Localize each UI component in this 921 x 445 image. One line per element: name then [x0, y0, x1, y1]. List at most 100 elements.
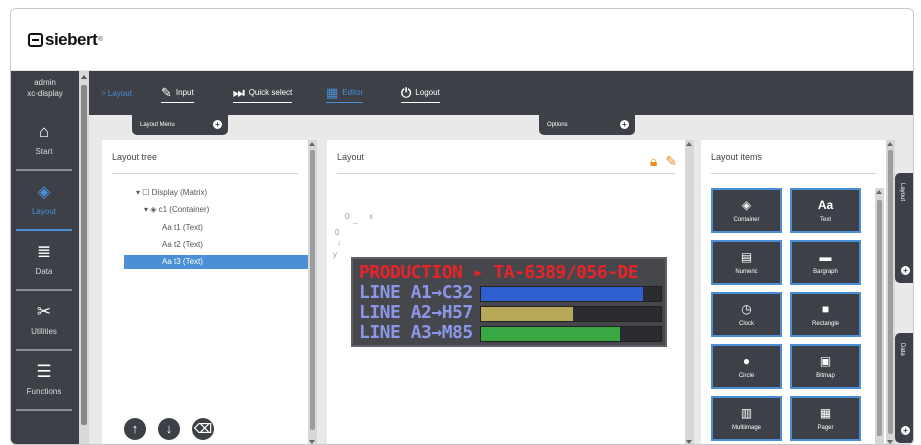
- led-line-3: LINE A3→M85: [359, 322, 473, 343]
- nav-logout[interactable]: ⏻ Logout: [401, 83, 440, 103]
- rectangle-icon: ■: [821, 302, 830, 316]
- tree-prefix: Aa: [162, 257, 172, 266]
- divider: [112, 173, 298, 174]
- led-bargraph-3: [480, 326, 662, 342]
- tree-item-t3[interactable]: Aa t3 (Text): [124, 255, 308, 269]
- item-tile-pager[interactable]: ▦ Pager: [790, 396, 861, 441]
- sidebar-scrollbar[interactable]: [79, 71, 89, 444]
- nav-quick-select-label: Quick select: [248, 88, 293, 97]
- home-icon: ⌂: [38, 122, 50, 141]
- sidebar-item-layout[interactable]: ◈ Layout: [16, 171, 72, 231]
- tab-options[interactable]: Options +: [539, 115, 635, 135]
- canvas-scrollbar[interactable]: [685, 140, 694, 444]
- sidebar-item-label: Layout: [31, 207, 57, 216]
- device-name: xc-display: [27, 89, 63, 98]
- scroll-up-icon[interactable]: [309, 142, 315, 146]
- bar-fill: [481, 307, 573, 321]
- sidebar-item-utilities[interactable]: ✂ Utilities: [16, 291, 72, 351]
- scroll-up-icon[interactable]: [686, 142, 692, 146]
- tree-prefix: Aa: [162, 223, 172, 232]
- tree-label: t3 (Text): [174, 257, 203, 266]
- layout-title: Layout: [337, 152, 365, 162]
- circle-icon: ●: [742, 354, 751, 368]
- item-tile-label: Rectangle: [811, 321, 840, 327]
- axis-arrow-x-icon: →: [351, 218, 359, 227]
- axis-origin-x: 0: [345, 212, 350, 221]
- sidebar-item-start[interactable]: ⌂ Start: [16, 111, 72, 171]
- scroll-down-icon[interactable]: [887, 440, 893, 444]
- nav-editor[interactable]: ▦ Editor: [326, 83, 364, 103]
- move-up-button[interactable]: ↑: [124, 418, 146, 440]
- tree-scroll-thumb[interactable]: [310, 150, 315, 430]
- side-tab-data[interactable]: Data +: [895, 333, 913, 443]
- item-tile-clock[interactable]: ◷ Clock: [711, 292, 782, 337]
- scroll-up-icon[interactable]: [887, 142, 893, 146]
- user-info: admin xc-display: [11, 71, 79, 111]
- brand-header: siebert ®: [11, 9, 913, 71]
- item-tile-numeric[interactable]: ▤ Numeric: [711, 240, 782, 285]
- scroll-down-icon[interactable]: [686, 440, 692, 444]
- layout-items-title: Layout items: [711, 152, 763, 162]
- logo-mark-icon: [28, 33, 43, 47]
- tab-layout-menu[interactable]: Layout Menu +: [132, 115, 228, 135]
- nav-input[interactable]: ✎ Input: [161, 83, 194, 103]
- item-tile-container[interactable]: ◈ Container: [711, 188, 782, 233]
- tab-layout-menu-label: Layout Menu: [140, 122, 175, 128]
- items-scrollbar[interactable]: [875, 188, 884, 444]
- layout-canvas-panel: Layout 🔒︎ ✎ 0 → x 0 ↓ y PRODUCTION ▸ TA-…: [327, 140, 685, 444]
- nav-quick-select[interactable]: ⏭ Quick select: [233, 83, 293, 103]
- lock-icon[interactable]: 🔒︎: [650, 153, 657, 170]
- items-scroll-thumb[interactable]: [877, 200, 882, 436]
- led-bargraph-1: [480, 286, 662, 302]
- item-tile-label: Circle: [738, 373, 755, 379]
- layout-tree-panel: Layout tree ▾ ☐ Display (Matrix) ▾ ◈ c1 …: [102, 140, 308, 444]
- layout-shapes-icon: ◈: [37, 182, 51, 201]
- tree-scrollbar[interactable]: [308, 140, 317, 444]
- sidebar-item-functions[interactable]: ☰ Functions: [16, 351, 72, 411]
- items-outer-scroll-thumb[interactable]: [888, 150, 893, 434]
- items-outer-scrollbar[interactable]: [886, 140, 895, 444]
- tree-label: t2 (Text): [174, 240, 203, 249]
- arrow-down-icon: ↓: [165, 421, 173, 436]
- item-tile-multiimage[interactable]: ▥ Multiimage: [711, 396, 782, 441]
- item-tile-label: Clock: [738, 321, 754, 327]
- expand-plus-icon: +: [901, 266, 910, 275]
- layout-tree-title: Layout tree: [112, 152, 158, 162]
- move-down-button[interactable]: ↓: [158, 418, 180, 440]
- item-tile-circle[interactable]: ● Circle: [711, 344, 782, 389]
- bargraph-icon: ▬: [819, 250, 832, 264]
- numeric-icon: ▤: [740, 250, 753, 264]
- item-tile-text[interactable]: Aa Text: [790, 188, 861, 233]
- led-bargraph-2: [480, 306, 662, 322]
- tree-item-t2[interactable]: Aa t2 (Text): [162, 238, 203, 252]
- tree-item-t1[interactable]: Aa t1 (Text): [162, 221, 203, 235]
- arrow-up-icon: ↑: [131, 421, 139, 436]
- sidebar-scroll-thumb[interactable]: [81, 85, 87, 425]
- tree-label: t1 (Text): [174, 223, 203, 232]
- side-tab-data-label: Data: [899, 343, 905, 356]
- item-tile-label: Text: [819, 217, 831, 223]
- divider: [711, 173, 876, 174]
- edit-icon[interactable]: ✎: [665, 153, 677, 170]
- led-line-1: LINE A1→C32: [359, 282, 473, 303]
- scroll-down-icon[interactable]: [309, 440, 315, 444]
- led-line-2: LINE A2→H57: [359, 302, 473, 323]
- led-matrix-display[interactable]: PRODUCTION ▸ TA-6389/056-DE LINE A1→C32 …: [351, 257, 667, 347]
- multiimage-icon: ▥: [740, 406, 753, 420]
- item-tile-bargraph[interactable]: ▬ Bargraph: [790, 240, 861, 285]
- clock-icon: ◷: [741, 302, 752, 316]
- breadcrumb[interactable]: > Layout: [101, 83, 132, 103]
- sidebar-item-data[interactable]: ≣ Data: [16, 231, 72, 291]
- erase-button[interactable]: ⌫: [192, 418, 214, 440]
- item-tile-bitmap[interactable]: ▣ Bitmap: [790, 344, 861, 389]
- axis-label-x: x: [369, 212, 373, 221]
- breadcrumb-label: > Layout: [101, 88, 132, 98]
- tree-item-container[interactable]: ▾ ◈ c1 (Container): [144, 203, 209, 217]
- bar-fill: [481, 287, 643, 301]
- side-tab-layout[interactable]: Layout +: [895, 173, 913, 283]
- scroll-up-icon[interactable]: [876, 190, 882, 194]
- main-content: Layout tree ▾ ☐ Display (Matrix) ▾ ◈ c1 …: [89, 115, 913, 444]
- item-tile-rectangle[interactable]: ■ Rectangle: [790, 292, 861, 337]
- item-tile-label: Numeric: [735, 269, 758, 275]
- tree-item-display[interactable]: ▾ ☐ Display (Matrix): [136, 186, 207, 200]
